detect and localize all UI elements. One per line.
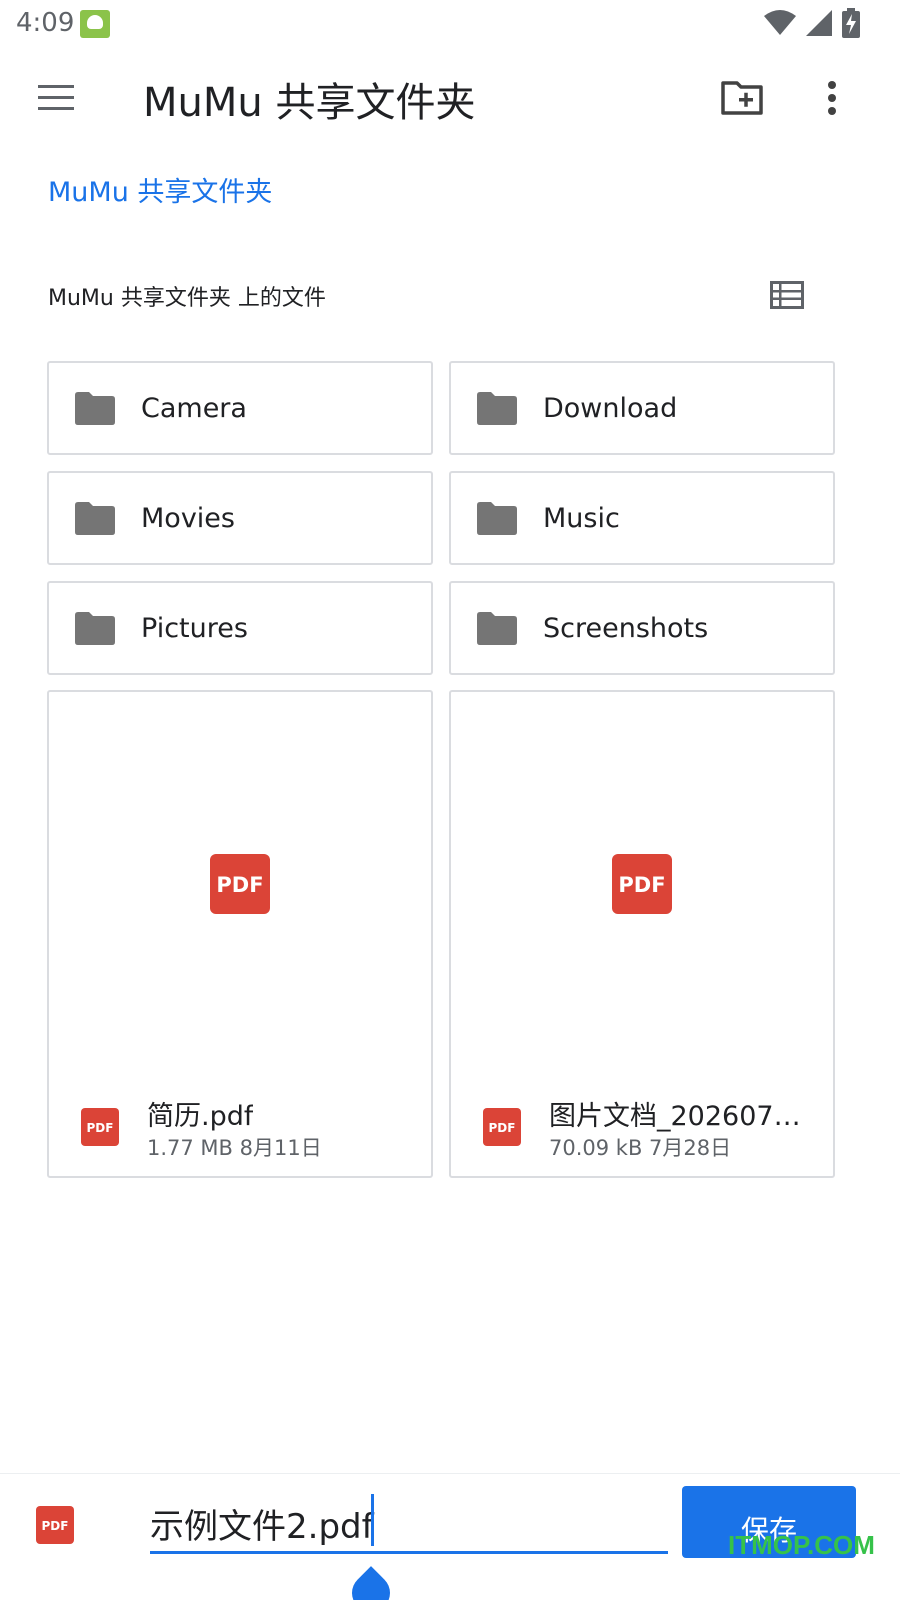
notification-app-icon xyxy=(80,10,110,38)
app-bar: MuMu 共享文件夹 xyxy=(0,48,900,148)
list-view-toggle[interactable] xyxy=(764,272,810,318)
folder-name: Pictures xyxy=(141,613,248,644)
folder-name: Screenshots xyxy=(543,613,709,644)
app-title: MuMu 共享文件夹 xyxy=(143,80,476,126)
folder-card-movies[interactable]: Movies xyxy=(47,471,433,565)
svg-text:PDF: PDF xyxy=(42,1519,69,1533)
folder-name: Download xyxy=(543,393,678,424)
file-name: 简历.pdf xyxy=(147,1101,254,1132)
folder-icon xyxy=(75,612,115,645)
svg-text:PDF: PDF xyxy=(216,873,263,897)
folder-icon xyxy=(477,502,517,535)
more-options-button[interactable] xyxy=(808,70,856,126)
folder-icon xyxy=(477,612,517,645)
folder-icon xyxy=(477,392,517,425)
file-card-resume-pdf[interactable]: PDF PDF 简历.pdf 1.77 MB 8月11日 xyxy=(47,690,433,1178)
menu-button[interactable] xyxy=(30,72,82,124)
file-meta: 1.77 MB 8月11日 xyxy=(147,1136,322,1160)
folder-card-camera[interactable]: Camera xyxy=(47,361,433,455)
file-card-image-doc-pdf[interactable]: PDF PDF 图片文档_2026072... 70.09 kB 7月28日 xyxy=(449,690,835,1178)
status-time: 4:09 xyxy=(16,8,75,38)
folder-icon xyxy=(75,392,115,425)
more-vert-icon xyxy=(828,81,836,115)
folder-card-screenshots[interactable]: Screenshots xyxy=(449,581,835,675)
text-cursor xyxy=(371,1494,374,1546)
status-indicators xyxy=(764,8,860,38)
file-name: 图片文档_2026072... xyxy=(549,1101,809,1132)
folder-card-music[interactable]: Music xyxy=(449,471,835,565)
cell-signal-icon xyxy=(806,10,832,36)
file-meta: 70.09 kB 7月28日 xyxy=(549,1136,732,1160)
status-bar: 4:09 xyxy=(0,0,900,48)
hamburger-menu-icon xyxy=(38,85,74,110)
section-title: MuMu 共享文件夹 上的文件 xyxy=(48,286,326,311)
pdf-thumbnail-icon: PDF xyxy=(210,854,270,914)
pdf-file-type-icon: PDF xyxy=(36,1506,74,1544)
folder-icon xyxy=(75,502,115,535)
breadcrumb-root[interactable]: MuMu 共享文件夹 xyxy=(48,170,272,209)
pdf-thumbnail-icon: PDF xyxy=(612,854,672,914)
pdf-file-icon: PDF xyxy=(483,1108,521,1146)
wifi-icon xyxy=(764,10,796,35)
svg-text:PDF: PDF xyxy=(87,1121,114,1135)
create-new-folder-icon xyxy=(721,81,763,115)
battery-charging-icon xyxy=(842,8,860,38)
folder-name: Camera xyxy=(141,393,247,424)
text-selection-handle[interactable] xyxy=(344,1566,398,1600)
watermark-logo: ITMOP.COM xyxy=(728,1530,875,1560)
view-list-icon xyxy=(770,281,804,309)
folder-card-download[interactable]: Download xyxy=(449,361,835,455)
new-folder-button[interactable] xyxy=(714,70,770,126)
folder-name: Music xyxy=(543,503,620,534)
svg-text:PDF: PDF xyxy=(618,873,665,897)
svg-text:PDF: PDF xyxy=(489,1121,516,1135)
filename-input[interactable] xyxy=(150,1496,668,1554)
pdf-file-icon: PDF xyxy=(81,1108,119,1146)
folder-card-pictures[interactable]: Pictures xyxy=(47,581,433,675)
folder-name: Movies xyxy=(141,503,235,534)
